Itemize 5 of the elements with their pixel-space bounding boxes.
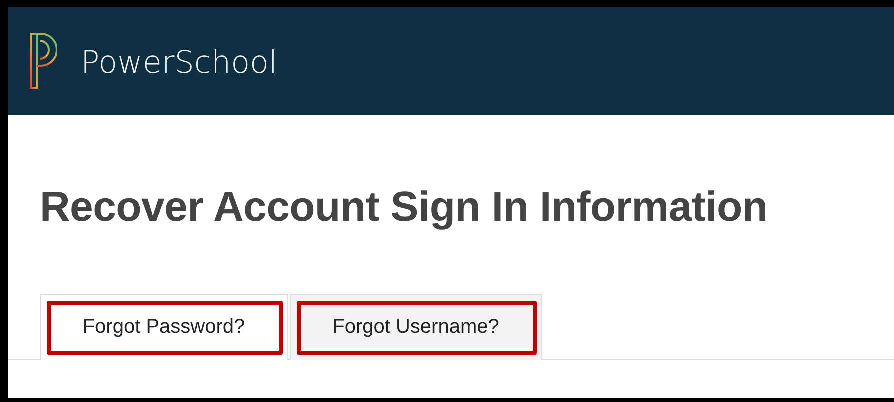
- logo-icon: [29, 31, 57, 91]
- tab[interactable]: Forgot Username?: [290, 294, 542, 360]
- brand-name: PowerSchool: [81, 44, 278, 81]
- tab[interactable]: Forgot Password?: [40, 294, 288, 360]
- page-title: Recover Account Sign In Information: [40, 182, 769, 232]
